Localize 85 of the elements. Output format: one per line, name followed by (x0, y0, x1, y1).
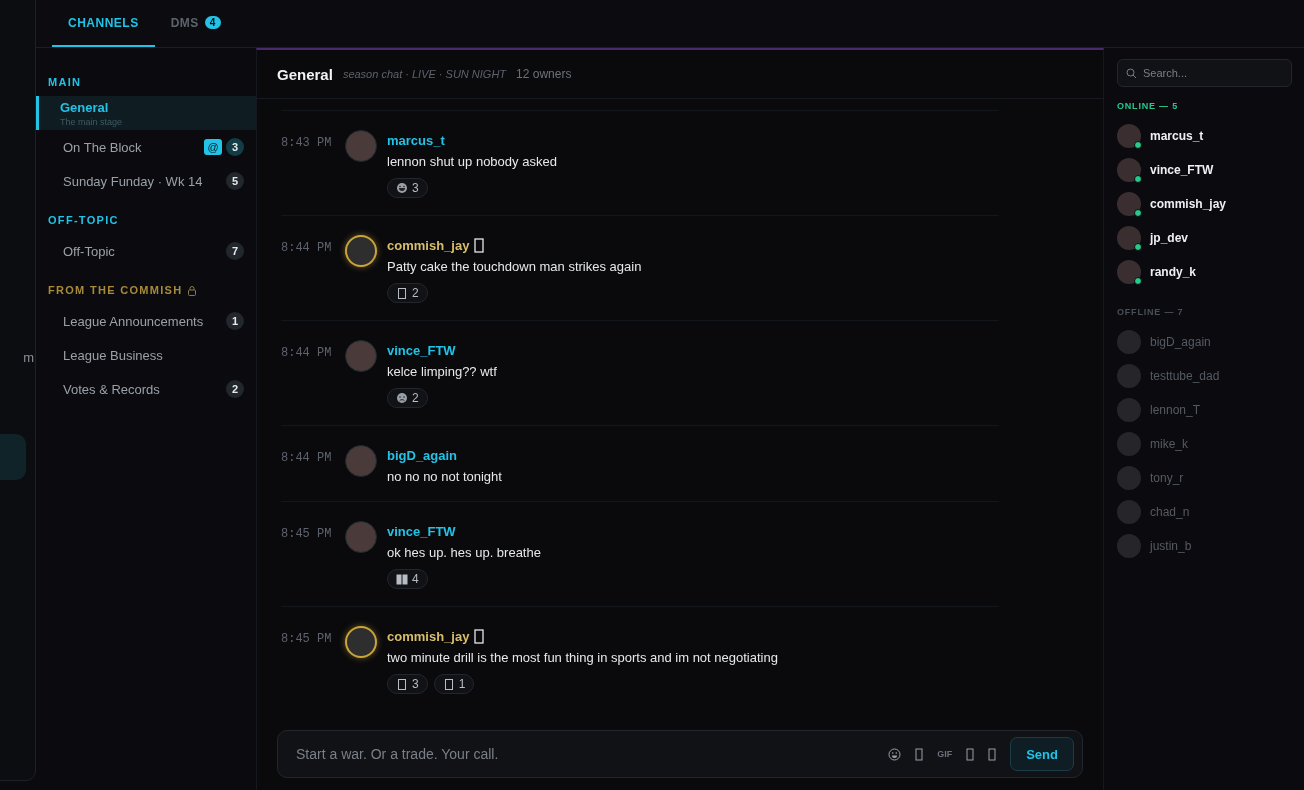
section-header: MAIN (47, 75, 83, 90)
send-button[interactable]: Send (1010, 737, 1074, 771)
channel-title: General (277, 65, 333, 83)
glyph-box-icon (966, 747, 975, 761)
group-header: OFFLINE — 7 (1117, 307, 1185, 317)
author-name[interactable]: vince_FTW (387, 342, 456, 358)
avatar (345, 130, 377, 162)
avatar (1117, 432, 1141, 456)
tab[interactable]: DMS 4 (154, 0, 237, 47)
glyph-box-icon (474, 237, 485, 253)
unread-badge: 3 (226, 138, 244, 156)
mention-badge: @ (204, 139, 222, 155)
message-composer[interactable]: Start a war. Or a trade. Your call. GIF Send (277, 730, 1083, 778)
message-time: 8:45 PM (281, 526, 333, 543)
search-field[interactable]: Search... (1117, 59, 1292, 87)
channel-description: season chat · LIVE · SUN NIGHT (342, 68, 507, 80)
section-header: FROM THE COMMISH (36, 282, 256, 298)
unread-badge: 2 (226, 380, 244, 398)
reaction-chip[interactable]: 3 (387, 178, 428, 198)
glyph-box-icon (442, 677, 455, 691)
avatar (1117, 534, 1141, 558)
member-item[interactable]: commish_jay (1117, 187, 1292, 221)
sad-face-icon (396, 391, 408, 405)
reaction-chip[interactable]: 2 (387, 388, 428, 408)
message-text: no no no not tonight (387, 469, 502, 484)
avatar (345, 521, 377, 553)
member-count: 12 owners (516, 67, 572, 81)
member-item[interactable]: vince_FTW (1117, 153, 1292, 187)
laughing-face-icon (396, 181, 408, 195)
reaction-chip[interactable]: 4 (387, 569, 428, 589)
avatar (1117, 466, 1141, 490)
section-header: OFF-TOPIC (47, 213, 120, 228)
glyph-box-icon (915, 747, 924, 761)
glyph-box-icon (988, 747, 997, 761)
avatar (345, 445, 377, 477)
channel-item[interactable]: Votes & Records 2 (36, 372, 256, 406)
author-name[interactable]: commish_jay (387, 628, 470, 644)
message-text: two minute drill is the most fun thing in sports and im not negotiating (387, 650, 778, 665)
glyph-box-icon (396, 677, 408, 691)
glyph-box-icon (474, 628, 485, 644)
avatar (1117, 330, 1141, 354)
reaction-chip[interactable]: 2 (387, 283, 428, 303)
member-item[interactable]: marcus_t (1117, 119, 1292, 153)
message-field[interactable]: Start a war. Or a trade. Your call. (294, 745, 875, 763)
panel-text: m (23, 350, 34, 365)
count-badge: 4 (204, 16, 221, 29)
message-time: 8:44 PM (281, 240, 333, 257)
gif-button[interactable]: GIF (937, 749, 953, 759)
message-text: lennon shut up nobody asked (387, 154, 557, 169)
avatar (1117, 500, 1141, 524)
channel-item[interactable]: On The Block @ 3 (36, 130, 256, 164)
message-time: 8:45 PM (281, 631, 333, 648)
reaction-chip[interactable]: 1 (433, 674, 475, 694)
reaction-chip[interactable]: 3 (387, 674, 428, 694)
message-time: 8:44 PM (281, 450, 333, 467)
message-time: 8:44 PM (281, 345, 333, 362)
member-item[interactable]: jp_dev (1117, 221, 1292, 255)
message-time: 8:43 PM (281, 135, 333, 152)
glyph-boxes-icon (396, 572, 408, 586)
channel-item[interactable]: Sunday Funday · Wk 14 5 (36, 164, 256, 198)
search-icon (1126, 68, 1137, 79)
unread-badge: 7 (226, 242, 244, 260)
panel-highlight[interactable] (0, 434, 26, 480)
unread-badge: 5 (226, 172, 244, 190)
group-header: ONLINE — 5 (1117, 101, 1179, 111)
avatar (345, 626, 377, 658)
emoji-icon (888, 747, 902, 761)
member-item[interactable]: randy_k (1117, 255, 1292, 289)
avatar (345, 340, 377, 372)
unread-badge: 1 (226, 312, 244, 330)
message-text: ok hes up. hes up. breathe (387, 545, 541, 560)
message-text: kelce limping?? wtf (387, 364, 497, 379)
lock-icon (187, 284, 198, 296)
author-name[interactable]: vince_FTW (387, 523, 456, 539)
message-text: Patty cake the touchdown man strikes again (387, 259, 642, 274)
author-name[interactable]: bigD_again (387, 447, 458, 463)
author-name[interactable]: marcus_t (387, 132, 445, 148)
channel-item[interactable]: League Business (36, 338, 256, 372)
avatar (1117, 398, 1141, 422)
avatar (345, 235, 377, 267)
author-name[interactable]: commish_jay (387, 237, 470, 253)
channel-item[interactable]: League Announcements 1 (36, 304, 256, 338)
glyph-box-icon (396, 286, 408, 300)
avatar (1117, 364, 1141, 388)
channel-item[interactable]: Off-Topic 7 (36, 234, 256, 268)
